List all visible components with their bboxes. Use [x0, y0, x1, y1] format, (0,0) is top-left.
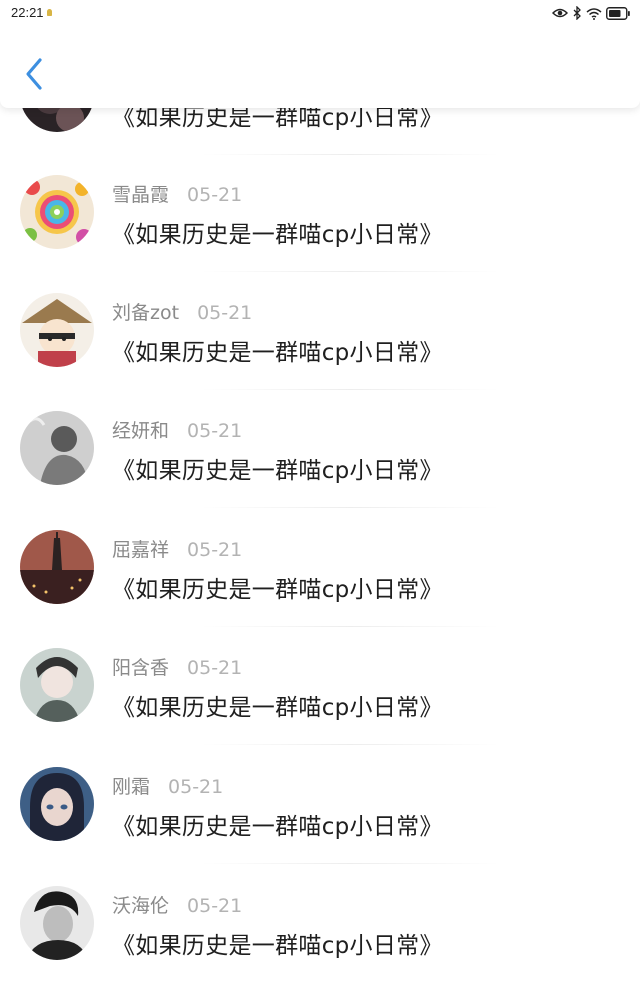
bluetooth-icon: [573, 6, 581, 20]
item-meta: 屈嘉祥 05-21: [112, 535, 242, 562]
avatar[interactable]: [20, 767, 94, 841]
system-icons: [552, 6, 630, 20]
list-item[interactable]: 阳含香 05-21 《如果历史是一群喵cp小日常》: [0, 648, 640, 766]
list-item[interactable]: 沃海伦 05-21 《如果历史是一群喵cp小日常》: [0, 886, 640, 1004]
item-meta: 沃海伦 05-21: [112, 891, 242, 918]
avatar[interactable]: [20, 530, 94, 604]
divider: [200, 389, 500, 390]
divider: [200, 271, 500, 272]
battery-icon: [606, 6, 630, 20]
post-date: 05-21: [187, 420, 243, 442]
divider: [200, 744, 500, 745]
list-item[interactable]: 屈嘉祥 05-21 《如果历史是一群喵cp小日常》: [0, 530, 640, 648]
post-date: 05-21: [168, 776, 224, 798]
top-bar: [0, 28, 640, 108]
item-meta: 经妍和 05-21: [112, 416, 242, 443]
notification-bulb-icon: [47, 9, 52, 16]
post-title: 《如果历史是一群喵cp小日常》: [112, 340, 443, 366]
post-date: 05-21: [187, 539, 243, 561]
item-meta: 刚霜 05-21: [112, 772, 223, 799]
post-title: 《如果历史是一群喵cp小日常》: [112, 814, 443, 840]
list-item[interactable]: 雪晶霞 05-21 《如果历史是一群喵cp小日常》: [0, 175, 640, 293]
status-time: 22:21: [11, 5, 44, 20]
back-button[interactable]: [18, 54, 50, 94]
user-name[interactable]: 雪晶霞: [112, 184, 169, 206]
divider: [200, 154, 500, 155]
wifi-icon: [586, 7, 602, 20]
chevron-left-icon: [26, 58, 42, 90]
post-title: 《如果历史是一群喵cp小日常》: [112, 933, 443, 959]
status-bar: 22:21: [0, 0, 640, 28]
post-date: 05-21: [197, 302, 253, 324]
post-date: 05-21: [187, 657, 243, 679]
list-item[interactable]: 经妍和 05-21 《如果历史是一群喵cp小日常》: [0, 411, 640, 529]
post-title: 《如果历史是一群喵cp小日常》: [112, 577, 443, 603]
avatar[interactable]: [20, 886, 94, 960]
user-name[interactable]: 刘备zot: [112, 302, 179, 324]
divider: [200, 507, 500, 508]
post-date: 05-21: [187, 895, 243, 917]
avatar[interactable]: [20, 648, 94, 722]
user-name[interactable]: 沃海伦: [112, 895, 169, 917]
post-title: 《如果历史是一群喵cp小日常》: [112, 695, 443, 721]
user-name[interactable]: 经妍和: [112, 420, 169, 442]
avatar[interactable]: [20, 293, 94, 367]
item-meta: 雪晶霞 05-21: [112, 180, 242, 207]
divider: [200, 626, 500, 627]
post-date: 05-21: [187, 184, 243, 206]
user-name[interactable]: 阳含香: [112, 657, 169, 679]
avatar[interactable]: [20, 411, 94, 485]
list-item[interactable]: 刘备zot 05-21 《如果历史是一群喵cp小日常》: [0, 293, 640, 411]
user-name[interactable]: 刚霜: [112, 776, 150, 798]
post-title: 《如果历史是一群喵cp小日常》: [112, 458, 443, 484]
list-item[interactable]: 刚霜 05-21 《如果历史是一群喵cp小日常》: [0, 767, 640, 885]
divider: [200, 863, 500, 864]
item-meta: 刘备zot 05-21: [112, 298, 252, 325]
avatar[interactable]: [20, 175, 94, 249]
item-meta: 阳含香 05-21: [112, 653, 242, 680]
eye-icon: [552, 8, 568, 18]
post-title: 《如果历史是一群喵cp小日常》: [112, 222, 443, 248]
user-name[interactable]: 屈嘉祥: [112, 539, 169, 561]
